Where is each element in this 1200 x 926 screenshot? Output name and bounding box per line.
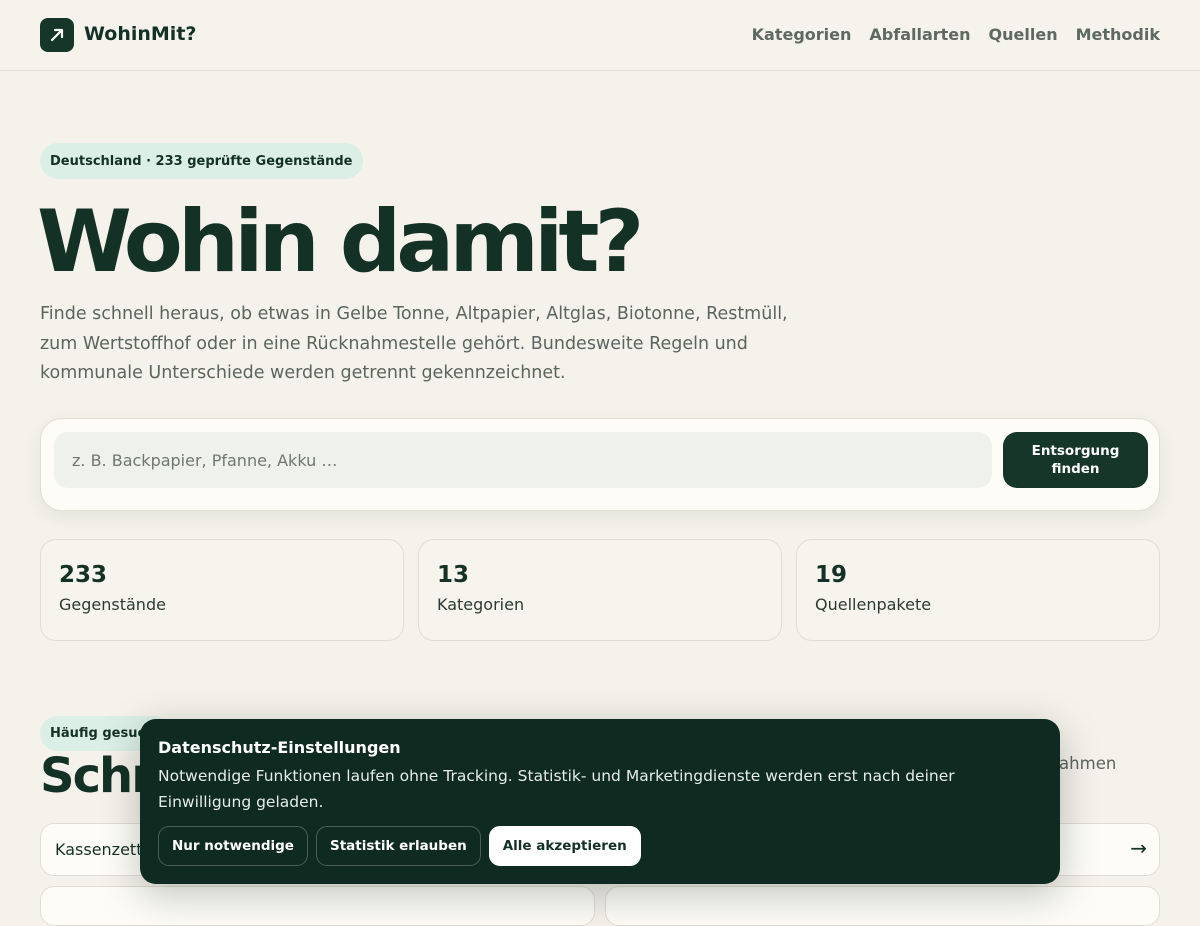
stat-value: 233 [59, 562, 108, 588]
stat-label: Gegenstände [59, 595, 166, 614]
only-necessary-button[interactable]: Nur notwendige [158, 826, 308, 866]
cookie-consent-banner: Datenschutz-Einstellungen Notwendige Fun… [140, 719, 1060, 884]
search-input[interactable] [54, 432, 992, 488]
nav-link-abfallarten[interactable]: Abfallarten [869, 25, 970, 44]
arrow-right-icon: → [1130, 836, 1147, 860]
stat-value: 13 [437, 562, 470, 588]
find-disposal-button[interactable]: Entsorgung finden [1003, 432, 1148, 488]
accept-all-button[interactable]: Alle akzeptieren [488, 826, 641, 866]
arrow-up-right-icon [50, 28, 64, 42]
nav-link-kategorien[interactable]: Kategorien [752, 25, 852, 44]
cookie-text: Notwendige Funktionen laufen ohne Tracki… [158, 767, 955, 811]
stat-card-items: 233 Gegenstände [40, 539, 404, 641]
cookie-title: Datenschutz-Einstellungen [158, 738, 401, 757]
nav-link-methodik[interactable]: Methodik [1076, 25, 1160, 44]
quick-tile[interactable] [40, 886, 595, 926]
allow-statistics-button[interactable]: Statistik erlauben [315, 826, 481, 866]
stat-label: Quellenpakete [815, 595, 932, 614]
top-navigation-bar: WohinMit? Kategorien Abfallarten Quellen… [0, 0, 1200, 71]
quick-tile[interactable] [605, 886, 1160, 926]
stat-label: Kategorien [437, 595, 525, 614]
stat-card-categories: 13 Kategorien [418, 539, 782, 641]
stat-value: 19 [815, 562, 848, 588]
search-card: Entsorgung finden [40, 418, 1160, 511]
stat-card-sources: 19 Quellenpakete [796, 539, 1160, 641]
nav-link-quellen[interactable]: Quellen [989, 25, 1058, 44]
cookie-button-group: Nur notwendige Statistik erlauben Alle a… [158, 826, 641, 866]
main-nav: Kategorien Abfallarten Quellen Methodik [752, 25, 1160, 44]
brand-name[interactable]: WohinMit? [84, 23, 196, 45]
logo[interactable] [40, 18, 74, 52]
hero-badge: Deutschland · 233 geprüfte Gegenstände [40, 143, 363, 179]
hero-description: Finde schnell heraus, ob etwas in Gelbe … [40, 304, 788, 383]
page-title: Wohin damit? [37, 192, 644, 292]
